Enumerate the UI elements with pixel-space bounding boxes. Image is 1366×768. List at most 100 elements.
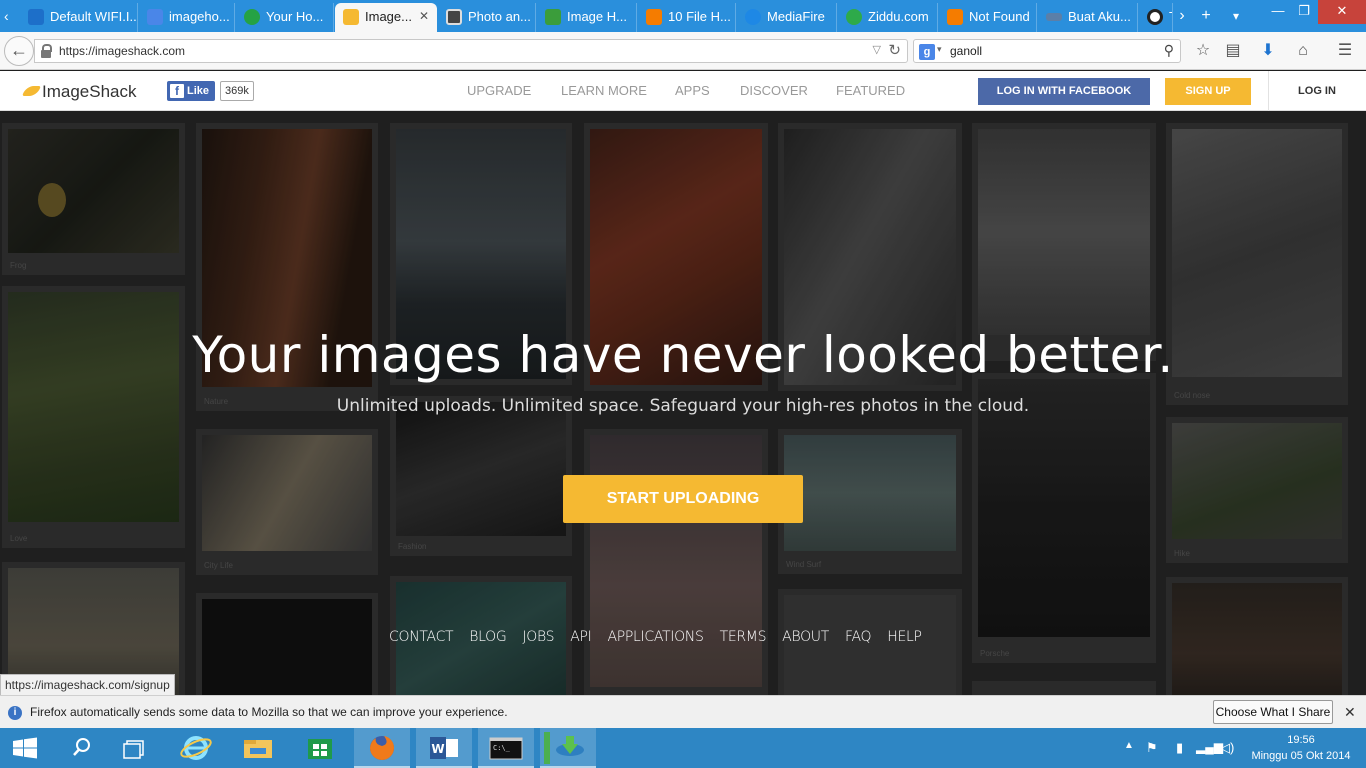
tab-ziddu[interactable]: Ziddu.com xyxy=(838,3,938,32)
close-tab-icon[interactable]: ✕ xyxy=(419,3,429,30)
search-icon[interactable]: ⚲ xyxy=(1164,42,1174,59)
search-bar[interactable]: g ▾ ganoll ⚲ xyxy=(913,39,1181,63)
bookmarks-list-icon[interactable]: ▤ xyxy=(1223,41,1243,61)
tab-label: Not Found xyxy=(969,9,1030,24)
task-view-button[interactable] xyxy=(110,728,160,768)
menu-upgrade[interactable]: UPGRADE xyxy=(467,71,531,111)
lock-icon xyxy=(41,44,52,58)
engine-dropdown-icon[interactable]: ▾ xyxy=(937,44,942,55)
tab-label: Buat Aku... xyxy=(1068,9,1131,24)
internet-explorer-button[interactable] xyxy=(168,728,224,768)
tab-not-found[interactable]: Not Found xyxy=(939,3,1037,32)
footer-link-terms[interactable]: TERMS xyxy=(720,629,767,645)
tab-default-wifi[interactable]: Default WIFI.I... xyxy=(20,3,138,32)
footer-link-applications[interactable]: APPLICATIONS xyxy=(607,629,703,645)
restore-icon[interactable]: ❐ xyxy=(1290,0,1318,24)
download-manager-button[interactable] xyxy=(540,728,596,768)
hero-section: Frog Love Nature City Life Fashion Wind … xyxy=(0,111,1366,695)
firefox-button[interactable] xyxy=(354,728,410,768)
facebook-like-button[interactable]: f Like xyxy=(167,81,216,101)
start-uploading-button[interactable]: START UPLOADING xyxy=(563,475,803,523)
volume-icon[interactable]: ◁) xyxy=(1220,740,1234,756)
tab-imageshack[interactable]: Image... ✕ xyxy=(335,3,437,32)
hero-headline: Your images have never looked better. xyxy=(192,326,1174,384)
menu-icon[interactable]: ☰ xyxy=(1335,41,1355,61)
tab-buat-akun[interactable]: Buat Aku... xyxy=(1038,3,1138,32)
google-icon xyxy=(147,9,163,25)
store-icon xyxy=(308,739,332,759)
browser-tab-strip: ‹ Default WIFI.I... imageho... Your Ho..… xyxy=(0,0,1366,32)
signal-icon[interactable]: ▂▄▆ xyxy=(1196,740,1223,754)
home-icon[interactable]: ⌂ xyxy=(1293,41,1313,61)
flag-icon[interactable]: ⚑ xyxy=(1146,740,1158,756)
choose-what-i-share-button[interactable]: Choose What I Share xyxy=(1213,700,1333,724)
search-input[interactable]: ganoll xyxy=(950,44,982,58)
menu-discover[interactable]: DISCOVER xyxy=(740,71,808,111)
downloads-icon[interactable]: ⬇ xyxy=(1258,41,1278,61)
search-icon xyxy=(73,738,90,756)
menu-learn-more[interactable]: LEARN MORE xyxy=(561,71,647,111)
imageshack-logo[interactable]: ImageShack xyxy=(22,82,137,102)
reload-icon[interactable]: ↻ xyxy=(888,41,901,59)
footer-link-api[interactable]: API xyxy=(570,629,592,645)
address-bar[interactable]: https://imageshack.com ▽ ↻ xyxy=(34,39,908,63)
new-tab-icon[interactable]: + xyxy=(1196,4,1216,28)
command-prompt-button[interactable]: C:\_ xyxy=(478,728,534,768)
close-window-icon[interactable]: ✕ xyxy=(1318,0,1366,24)
menu-apps[interactable]: APPS xyxy=(675,71,710,111)
tab-list-icon[interactable]: ▾ xyxy=(1226,4,1246,28)
history-dropdown-icon[interactable]: ▽ xyxy=(873,43,881,56)
footer-link-blog[interactable]: BLOG xyxy=(469,629,506,645)
tab-scroll-right-icon[interactable]: › xyxy=(1174,4,1190,28)
tab-image-hosting[interactable]: Image H... xyxy=(537,3,637,32)
tab-10-file-hosting[interactable]: 10 File H... xyxy=(638,3,736,32)
key-icon xyxy=(1046,13,1062,21)
log-in-button[interactable]: LOG IN xyxy=(1268,71,1366,111)
footer-link-faq[interactable]: FAQ xyxy=(845,629,872,645)
blogger-icon xyxy=(646,9,662,25)
tab-t[interactable]: T xyxy=(1139,3,1173,32)
footer-link-contact[interactable]: CONTACT xyxy=(389,629,454,645)
picture-icon xyxy=(545,9,561,25)
tab-mediafire[interactable]: MediaFire xyxy=(737,3,837,32)
store-button[interactable] xyxy=(292,728,348,768)
show-hidden-icons-icon[interactable]: ▲ xyxy=(1124,740,1134,751)
word-button[interactable]: W xyxy=(416,728,472,768)
svg-text:W: W xyxy=(431,742,444,756)
tab-imagehosting-google[interactable]: imageho... xyxy=(139,3,235,32)
tab-scroll-left-icon[interactable]: ‹ xyxy=(4,6,18,26)
menu-featured[interactable]: FEATURED xyxy=(836,71,905,111)
tab-your-hosting[interactable]: Your Ho... xyxy=(236,3,334,32)
imageshack-logo-icon xyxy=(22,86,41,96)
clock[interactable]: 19:56 Minggu 05 Okt 2014 xyxy=(1240,732,1362,764)
url-text: https://imageshack.com xyxy=(59,44,186,58)
tab-label: Photo an... xyxy=(468,9,531,24)
file-explorer-button[interactable] xyxy=(230,728,286,768)
tab-label: imageho... xyxy=(169,9,230,24)
facebook-login-button[interactable]: LOG IN WITH FACEBOOK xyxy=(978,78,1150,105)
sign-up-button[interactable]: SIGN UP xyxy=(1165,78,1251,105)
footer-link-jobs[interactable]: JOBS xyxy=(522,629,554,645)
firefox-icon xyxy=(370,736,395,760)
google-icon[interactable]: g xyxy=(919,44,935,60)
bookmark-star-icon[interactable]: ☆ xyxy=(1193,41,1213,61)
back-button[interactable]: ← xyxy=(4,36,34,66)
wifi-page-icon xyxy=(28,9,44,25)
tab-label: MediaFire xyxy=(767,9,825,24)
tab-photo-and[interactable]: Photo an... xyxy=(438,3,536,32)
notification-bar: i Firefox automatically sends some data … xyxy=(0,695,1366,728)
notification-message: Firefox automatically sends some data to… xyxy=(30,705,508,719)
start-button[interactable] xyxy=(0,728,50,768)
windows-taskbar: W C:\_ ▲ ⚑ ▮ ▂▄▆ ◁) 19:56 Minggu 05 Okt … xyxy=(0,728,1366,768)
battery-icon[interactable]: ▮ xyxy=(1176,740,1183,756)
camera-icon xyxy=(446,9,462,25)
search-button[interactable] xyxy=(56,728,106,768)
gravatar-icon xyxy=(1147,9,1163,25)
footer-link-about[interactable]: ABOUT xyxy=(782,629,829,645)
blogger-icon xyxy=(947,9,963,25)
close-notification-icon[interactable]: ✕ xyxy=(1344,704,1356,721)
navigation-toolbar: ← https://imageshack.com ▽ ↻ g ▾ ganoll … xyxy=(0,32,1366,70)
footer-link-help[interactable]: HELP xyxy=(887,629,922,645)
facebook-icon: f xyxy=(170,84,184,98)
ie-icon xyxy=(180,736,212,760)
